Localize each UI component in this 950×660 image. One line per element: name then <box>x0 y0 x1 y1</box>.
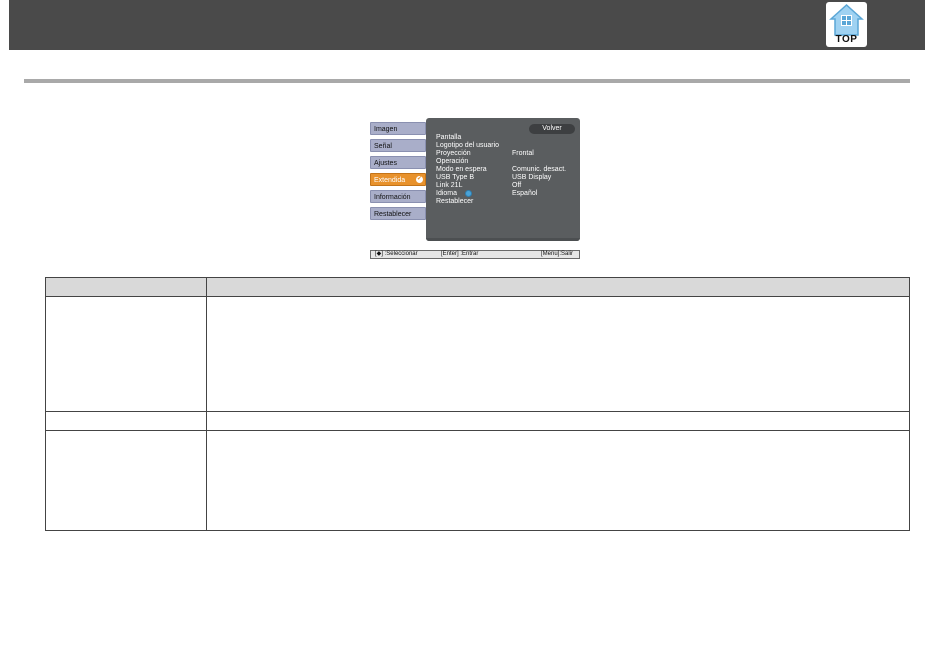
menu-item-value: Español <box>512 190 538 197</box>
menu-item-label: Modo en espera <box>436 166 487 173</box>
tab-restablecer[interactable]: Restablecer <box>370 207 426 220</box>
menu-item-label: USB Type B <box>436 174 475 181</box>
menu-item-restablecer[interactable]: Restablecer <box>436 198 574 206</box>
selected-check-icon: ✔ <box>416 176 423 183</box>
menu-item-value: Off <box>512 182 522 189</box>
tab-label: Señal <box>374 143 392 150</box>
status-select-hint: [◆] :Seleccionar <box>375 251 418 257</box>
menu-item-label: Restablecer <box>436 198 474 205</box>
table-cell <box>206 430 910 531</box>
menu-item-label: Operación <box>436 158 469 165</box>
tab-label: Ajustes <box>374 160 397 167</box>
table-cell <box>206 411 910 431</box>
table-cell <box>45 411 207 431</box>
status-exit-hint: [Menu]:Salir <box>540 251 573 257</box>
globe-icon <box>465 190 472 197</box>
tab-label: Restablecer <box>374 211 412 218</box>
tab-extendida[interactable]: Extendida ✔ <box>370 173 426 186</box>
table-header-row <box>45 277 910 297</box>
tab-senal[interactable]: Señal <box>370 139 426 152</box>
table-row <box>45 411 910 431</box>
menu-item-value: Comunic. desact. <box>512 166 567 173</box>
header-bar <box>9 0 925 50</box>
menu-item-value: Frontal <box>512 150 534 157</box>
table-row <box>45 296 910 412</box>
tab-imagen[interactable]: Imagen <box>370 122 426 135</box>
tab-label: Extendida <box>374 177 406 184</box>
menu-item-operacion[interactable]: Operación <box>436 158 574 166</box>
menu-item-value: USB Display <box>512 174 552 181</box>
tab-label: Información <box>374 194 411 201</box>
top-label: TOP <box>835 34 858 45</box>
menu-item-modo-espera[interactable]: Modo en espera Comunic. desact. <box>436 166 574 174</box>
table-row <box>45 430 910 531</box>
status-enter-hint: [Enter] :Entrar <box>441 251 479 257</box>
table-cell <box>45 430 207 531</box>
menu-item-pantalla[interactable]: Pantalla <box>436 134 574 142</box>
menu-item-link-21l[interactable]: Link 21L Off <box>436 182 574 190</box>
menu-item-label: Idioma <box>436 190 458 197</box>
top-button[interactable]: TOP <box>826 2 867 47</box>
projector-menu: Imagen Señal Ajustes Extendida ✔ Informac… <box>370 118 582 260</box>
panel-footer <box>426 238 580 241</box>
table-header-cell <box>45 277 207 297</box>
tab-ajustes[interactable]: Ajustes <box>370 156 426 169</box>
back-button[interactable]: Volver <box>529 124 575 134</box>
settings-table <box>45 277 910 531</box>
menu-item-logotipo[interactable]: Logotipo del usuario <box>436 142 574 150</box>
menu-item-label: Logotipo del usuario <box>436 142 500 149</box>
table-cell <box>206 296 910 412</box>
menu-item-usb-type-b[interactable]: USB Type B USB Display <box>436 174 574 182</box>
menu-item-label: Proyección <box>436 150 471 157</box>
submenu-panel: Volver Pantalla Logotipo del usuario Pro… <box>426 118 580 241</box>
menu-status-bar: [◆] :Seleccionar [Enter] :Entrar [Menu]:… <box>370 250 580 259</box>
menu-item-proyeccion[interactable]: Proyección Frontal <box>436 150 574 158</box>
tab-label: Imagen <box>374 126 398 133</box>
menu-item-label: Link 21L <box>436 182 463 189</box>
tab-informacion[interactable]: Información <box>370 190 426 203</box>
home-icon <box>829 3 864 36</box>
section-divider <box>24 79 910 83</box>
table-cell <box>45 296 207 412</box>
table-header-cell <box>206 277 910 297</box>
menu-item-idioma[interactable]: Idioma Español <box>436 190 574 198</box>
menu-item-label: Pantalla <box>436 134 462 141</box>
